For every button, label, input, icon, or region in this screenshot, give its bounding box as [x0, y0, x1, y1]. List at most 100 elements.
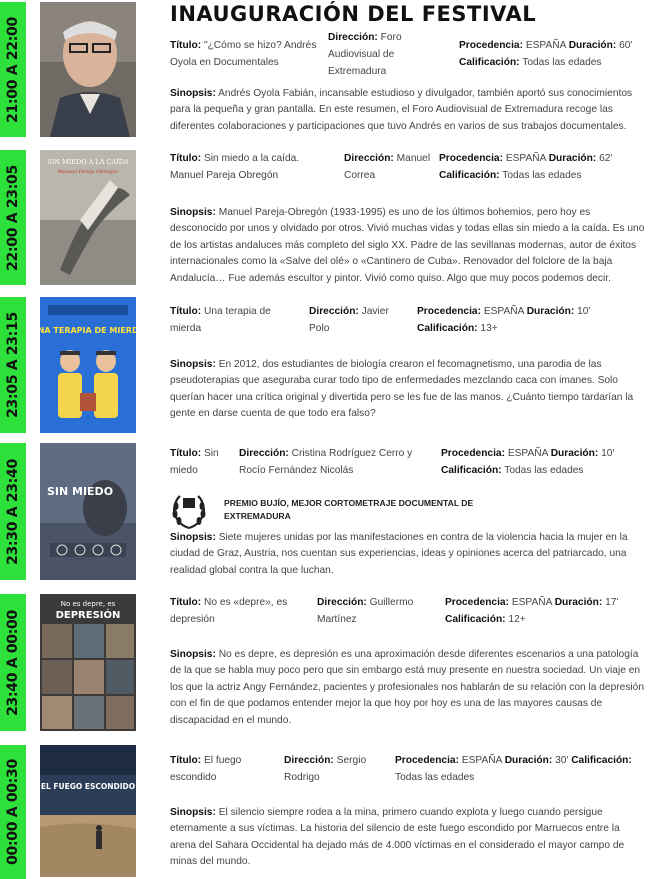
poster-title-1: No es depre, es: [61, 600, 116, 608]
field-direction: Dirección: Foro Audiovisual de Extremadu…: [328, 29, 438, 80]
poster-art: SIN MIEDO A LA CAÍDA Manuel Pareja Obreg…: [40, 150, 136, 285]
film-duration: 10': [577, 306, 591, 317]
synopsis-text: No es depre, es depresión es una aproxim…: [170, 649, 645, 726]
origin-label: Procedencia:: [445, 597, 509, 608]
origin-label: Procedencia:: [459, 40, 523, 51]
synopsis-label: Sinopsis:: [170, 207, 216, 218]
poster-title: SIN MIEDO: [47, 485, 113, 498]
poster-title: EL FUEGO ESCONDIDO: [41, 782, 135, 791]
field-rating: Calificación: Todas las edades: [439, 167, 649, 184]
synopsis: Sinopsis: Andrés Oyola Fabián, incansabl…: [170, 86, 648, 135]
direction-label: Dirección:: [284, 755, 334, 766]
synopsis: Sinopsis: Siete mujeres unidas por las m…: [170, 530, 648, 579]
poster-image: [40, 2, 136, 137]
poster-subtitle: Manuel Pareja Obregón: [57, 168, 118, 175]
time-bar: 00:00 A 00:30: [0, 745, 26, 879]
field-origin-duration-rating: Procedencia: ESPAÑA Duración: 30' Califi…: [395, 752, 649, 786]
title-label: Título:: [170, 153, 202, 164]
title-label: Título:: [170, 755, 202, 766]
film-rating: 12+: [508, 614, 526, 625]
origin-label: Procedencia:: [417, 306, 481, 317]
time-label: 21:00 A 22:00: [5, 16, 21, 123]
laurel-icon: [172, 495, 206, 530]
synopsis: Sinopsis: No es depre, es depresión es u…: [170, 647, 648, 729]
synopsis-text: El silencio siempre rodea a la mina, pri…: [170, 807, 625, 868]
synopsis-text: Siete mujeres unidas por las manifestaci…: [170, 532, 628, 576]
field-direction: Dirección: Guillermo Martínez: [317, 594, 427, 628]
time-bar: 23:30 A 23:40: [0, 443, 26, 580]
synopsis-label: Sinopsis:: [170, 88, 216, 99]
rating-label: Calificación:: [417, 323, 478, 334]
field-title: Título: "¿Cómo se hizo? Andrés Oyola en …: [170, 37, 320, 71]
field-title: Título: Sin miedo: [170, 445, 230, 479]
field-rating: Calificación: Todas las edades: [441, 462, 649, 479]
time-bar: 23:05 A 23:15: [0, 297, 26, 433]
time-label: 22:00 A 23:05: [5, 164, 21, 271]
direction-label: Dirección:: [309, 306, 359, 317]
synopsis-text: En 2012, dos estudiantes de biología cre…: [170, 359, 634, 420]
film-rating: Todas las edades: [502, 170, 582, 181]
field-origin-duration: Procedencia: ESPAÑA Duración: 62': [439, 150, 649, 167]
title-label: Título:: [170, 448, 202, 459]
rating-label: Calificación:: [571, 755, 632, 766]
field-origin-duration: Procedencia: ESPAÑA Duración: 17': [445, 594, 649, 611]
film-duration: 62': [599, 153, 613, 164]
duration-label: Duración:: [568, 40, 617, 51]
origin-label: Procedencia:: [439, 153, 503, 164]
field-rating: Calificación: Todas las edades: [459, 54, 649, 71]
poster-image: UNA TERAPIA DE MIERDA: [40, 297, 136, 433]
synopsis-text: Andrés Oyola Fabián, incansable estudios…: [170, 88, 633, 132]
film-origin: ESPAÑA: [507, 448, 548, 459]
synopsis-label: Sinopsis:: [170, 359, 216, 370]
film-origin: ESPAÑA: [511, 597, 552, 608]
field-origin-duration-rating: Procedencia: ESPAÑA Duración: 10' Califi…: [417, 303, 650, 337]
title-label: Título:: [170, 40, 202, 51]
award-text: PREMIO BUJÍO, MEJOR CORTOMETRAJE DOCUMEN…: [224, 498, 474, 521]
title-label: Título:: [170, 597, 202, 608]
time-label: 23:05 A 23:15: [5, 312, 21, 418]
film-rating: 13+: [480, 323, 498, 334]
film-origin: ESPAÑA: [505, 153, 546, 164]
film-duration: 17': [605, 597, 619, 608]
page-title: INAUGURACIÓN DEL FESTIVAL: [170, 2, 537, 26]
film-origin: ESPAÑA: [483, 306, 524, 317]
synopsis: Sinopsis: En 2012, dos estudiantes de bi…: [170, 357, 648, 423]
poster-image: SIN MIEDO A LA CAÍDA Manuel Pareja Obreg…: [40, 150, 136, 285]
award-block: PREMIO BUJÍO, MEJOR CORTOMETRAJE DOCUMEN…: [170, 494, 648, 530]
duration-label: Duración:: [526, 306, 575, 317]
film-rating: Todas las edades: [395, 772, 475, 783]
duration-label: Duración:: [554, 597, 603, 608]
poster-collage: No es depre, es DEPRESIÓN: [40, 594, 136, 731]
field-title: Título: Una terapia de mierda: [170, 303, 295, 337]
duration-label: Duración:: [548, 153, 597, 164]
rating-label: Calificación:: [459, 57, 520, 68]
direction-label: Dirección:: [239, 448, 289, 459]
field-title: Título: Sin miedo a la caída. Manuel Par…: [170, 150, 320, 184]
synopsis-text: Manuel Pareja-Obregón (1933-1995) es uno…: [170, 207, 645, 284]
synopsis-label: Sinopsis:: [170, 807, 216, 818]
duration-label: Duración:: [550, 448, 599, 459]
film-duration: 30': [555, 755, 569, 766]
poster-portrait: [40, 2, 136, 137]
film-origin: ESPAÑA: [525, 40, 566, 51]
poster-art: UNA TERAPIA DE MIERDA: [40, 297, 136, 433]
poster-image: SIN MIEDO: [40, 443, 136, 580]
time-bar: 23:40 A 00:00: [0, 594, 26, 731]
poster-image: No es depre, es DEPRESIÓN: [40, 594, 136, 731]
poster-art: SIN MIEDO: [40, 443, 136, 580]
direction-label: Dirección:: [344, 153, 394, 164]
film-origin: ESPAÑA: [461, 755, 502, 766]
film-rating: Todas las edades: [522, 57, 602, 68]
poster-title-2: DEPRESIÓN: [56, 608, 121, 621]
origin-label: Procedencia:: [441, 448, 505, 459]
field-title: Título: El fuego escondido: [170, 752, 270, 786]
direction-label: Dirección:: [328, 32, 378, 43]
film-duration: 10': [601, 448, 615, 459]
field-direction: Dirección: Sergio Rodrigo: [284, 752, 384, 786]
field-direction: Dirección: Manuel Correa: [344, 150, 434, 184]
title-label: Título:: [170, 306, 202, 317]
time-label: 23:30 A 23:40: [5, 458, 21, 565]
duration-label: Duración:: [504, 755, 553, 766]
rating-label: Calificación:: [439, 170, 500, 181]
field-rating: Calificación: 12+: [445, 611, 649, 628]
